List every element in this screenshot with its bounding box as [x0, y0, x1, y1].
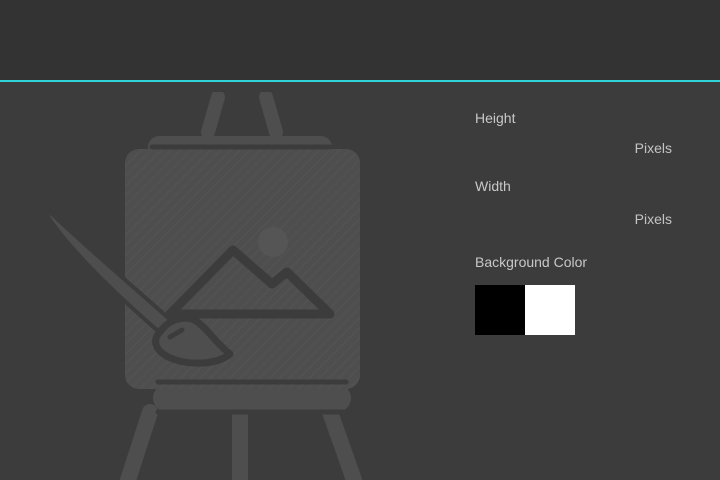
- background-color-label: Background Color: [475, 254, 588, 270]
- swatch-white[interactable]: [525, 285, 575, 335]
- top-bar: [0, 0, 720, 80]
- swatch-black[interactable]: [475, 285, 525, 335]
- width-label: Width: [475, 178, 511, 194]
- easel-painting-icon: [46, 92, 362, 480]
- canvas-settings-panel: Height Pixels Width Pixels Background Co…: [475, 82, 705, 480]
- width-input[interactable]: [475, 208, 625, 228]
- canvas-settings-area: Height Pixels Width Pixels Background Co…: [0, 82, 720, 480]
- height-label: Height: [475, 110, 516, 126]
- width-unit-label: Pixels: [634, 211, 672, 227]
- height-unit-label: Pixels: [634, 140, 672, 156]
- height-input[interactable]: [475, 138, 625, 158]
